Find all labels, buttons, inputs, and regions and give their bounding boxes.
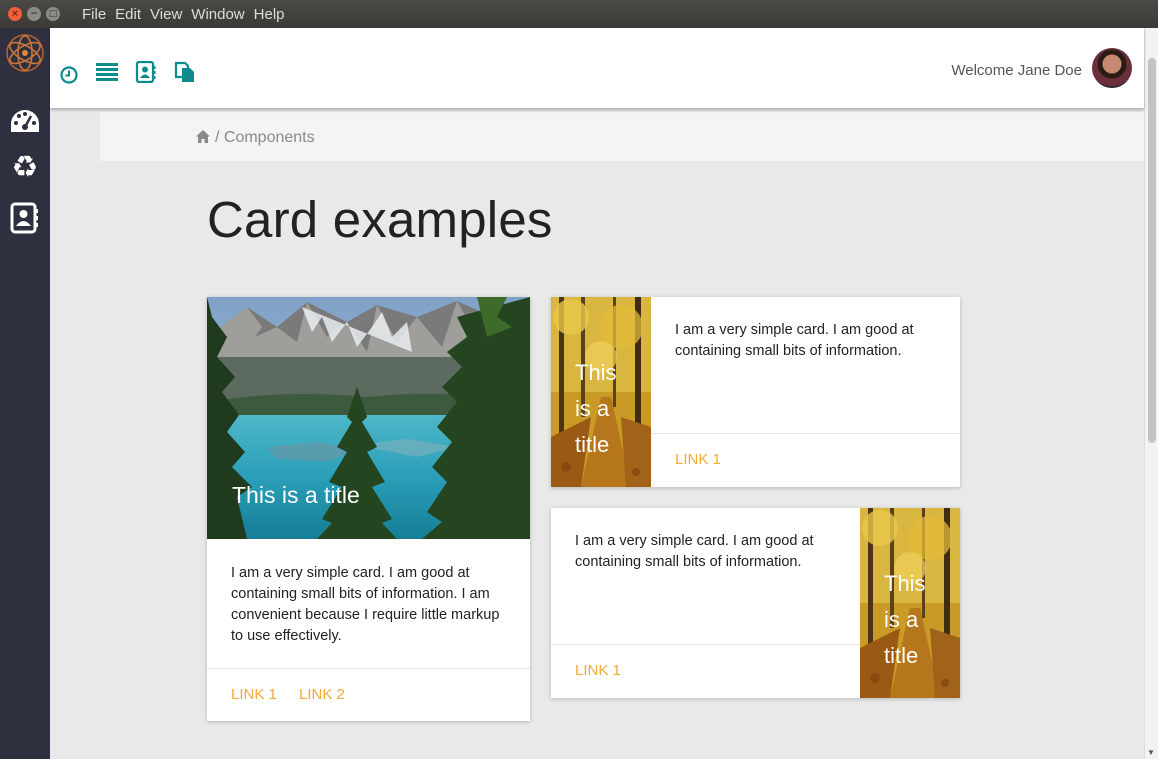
clock-icon[interactable]	[58, 64, 80, 86]
top-app-bar: Welcome Jane Doe	[50, 28, 1144, 108]
maximize-window-button[interactable]: □	[46, 7, 60, 21]
card-divider	[651, 433, 960, 434]
card-text: I am a very simple card. I am good at co…	[231, 565, 500, 644]
app-sidebar: ♻	[0, 28, 50, 759]
card-title: This is a title	[575, 355, 635, 463]
card-title-line: title	[884, 643, 919, 668]
breadcrumb-components[interactable]: / Components	[215, 129, 315, 147]
autumn-forest-image: This is a title	[860, 508, 960, 698]
card-text: I am a very simple card. I am good at co…	[575, 533, 814, 570]
atom-logo-icon[interactable]	[4, 32, 46, 74]
minimize-window-button[interactable]: −	[27, 7, 41, 21]
card-horizontal-image-right: I am a very simple card. I am good at co…	[551, 508, 960, 698]
dashboard-gauge-icon[interactable]	[9, 106, 41, 138]
address-book-icon[interactable]	[135, 61, 157, 83]
contact-book-icon[interactable]	[9, 202, 41, 234]
breadcrumb: / Components	[100, 112, 1144, 161]
card-title-line: This	[884, 571, 926, 596]
menu-file[interactable]: File	[78, 6, 110, 23]
card-title: This is a title	[884, 566, 944, 674]
card-link-1[interactable]: LINK 1	[675, 451, 721, 468]
user-avatar[interactable]	[1092, 48, 1132, 88]
recycle-icon[interactable]: ♻	[9, 152, 41, 184]
page-title: Card examples	[207, 191, 553, 248]
autumn-forest-image: This is a title	[551, 297, 651, 487]
scrollbar-thumb[interactable]	[1148, 58, 1156, 443]
card-title: This is a title	[232, 482, 360, 508]
home-icon[interactable]	[196, 130, 210, 144]
menu-view[interactable]: View	[146, 6, 186, 23]
menu-help[interactable]: Help	[250, 6, 289, 23]
card-link-2[interactable]: LINK 2	[299, 686, 345, 703]
card-title-line: is a	[884, 607, 919, 632]
card-link-1[interactable]: LINK 1	[575, 662, 621, 679]
page-scrollbar[interactable]: ▼	[1144, 28, 1158, 759]
card-text: I am a very simple card. I am good at co…	[675, 322, 914, 359]
card-image-top: This is a title I am a very simple card.…	[207, 297, 530, 721]
menu-bar: File Edit View Window Help	[78, 6, 290, 23]
documents-icon[interactable]	[174, 61, 196, 83]
window-controls: × − □	[8, 7, 70, 21]
close-window-button[interactable]: ×	[8, 7, 22, 21]
card-link-1[interactable]: LINK 1	[231, 686, 277, 703]
card-title-line: is a	[575, 396, 610, 421]
window-titlebar: × − □ File Edit View Window Help	[0, 0, 1158, 28]
menu-edit[interactable]: Edit	[111, 6, 145, 23]
card-horizontal-image-left: This is a title I am a very simple card.…	[551, 297, 960, 487]
menu-window[interactable]: Window	[187, 6, 248, 23]
card-divider	[551, 644, 860, 645]
list-icon[interactable]	[96, 61, 118, 83]
welcome-message: Welcome Jane Doe	[951, 62, 1082, 79]
scroll-down-arrow-icon[interactable]: ▼	[1147, 748, 1155, 757]
card-title-line: title	[575, 432, 610, 457]
card-title-line: This	[575, 360, 617, 385]
card-divider	[207, 668, 530, 669]
